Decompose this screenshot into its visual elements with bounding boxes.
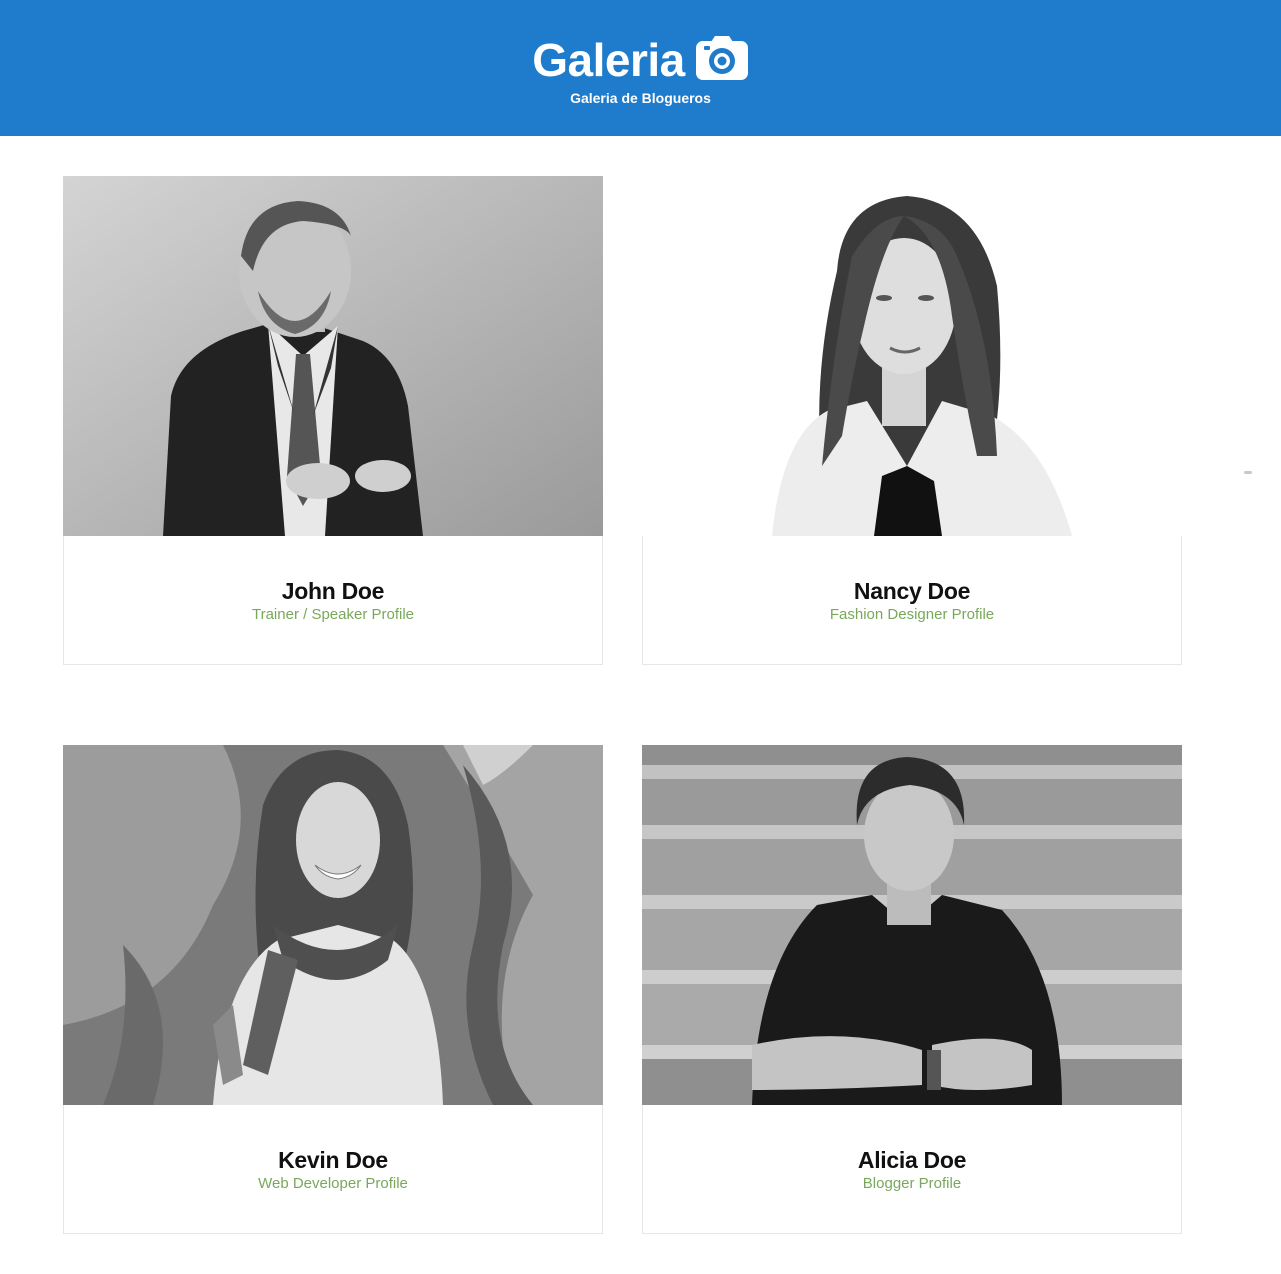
profile-role: Trainer / Speaker Profile xyxy=(251,606,414,623)
profile-card[interactable]: Alicia Doe Blogger Profile xyxy=(642,745,1182,1234)
profile-name[interactable]: John Doe xyxy=(64,577,602,605)
profile-role: Web Developer Profile xyxy=(258,1175,408,1192)
profile-role: Fashion Designer Profile xyxy=(829,606,995,623)
site-header: Galeria Galeria de Blogueros xyxy=(0,0,1281,136)
scroll-indicator xyxy=(1244,471,1252,474)
profile-photo[interactable] xyxy=(63,745,603,1105)
profile-photo[interactable] xyxy=(63,176,603,536)
profile-photo[interactable] xyxy=(642,176,1182,536)
camera-icon xyxy=(695,35,749,81)
profile-photo[interactable] xyxy=(642,745,1182,1105)
profile-card[interactable]: Kevin Doe Web Developer Profile xyxy=(63,745,603,1234)
profile-role: Blogger Profile xyxy=(862,1175,962,1192)
profile-card[interactable]: Nancy Doe Fashion Designer Profile xyxy=(642,176,1182,665)
profile-card[interactable]: John Doe Trainer / Speaker Profile xyxy=(63,176,603,665)
profile-caption: Kevin Doe Web Developer Profile xyxy=(64,1146,602,1194)
site-title: Galeria xyxy=(532,34,685,86)
profile-caption: John Doe Trainer / Speaker Profile xyxy=(64,577,602,625)
profile-name[interactable]: Kevin Doe xyxy=(64,1146,602,1174)
site-subtitle: Galeria de Blogueros xyxy=(570,90,711,106)
profile-name[interactable]: Nancy Doe xyxy=(643,577,1181,605)
profile-name[interactable]: Alicia Doe xyxy=(643,1146,1181,1174)
profile-caption: Alicia Doe Blogger Profile xyxy=(643,1146,1181,1194)
profile-caption: Nancy Doe Fashion Designer Profile xyxy=(643,577,1181,625)
brand[interactable]: Galeria xyxy=(0,32,1281,88)
